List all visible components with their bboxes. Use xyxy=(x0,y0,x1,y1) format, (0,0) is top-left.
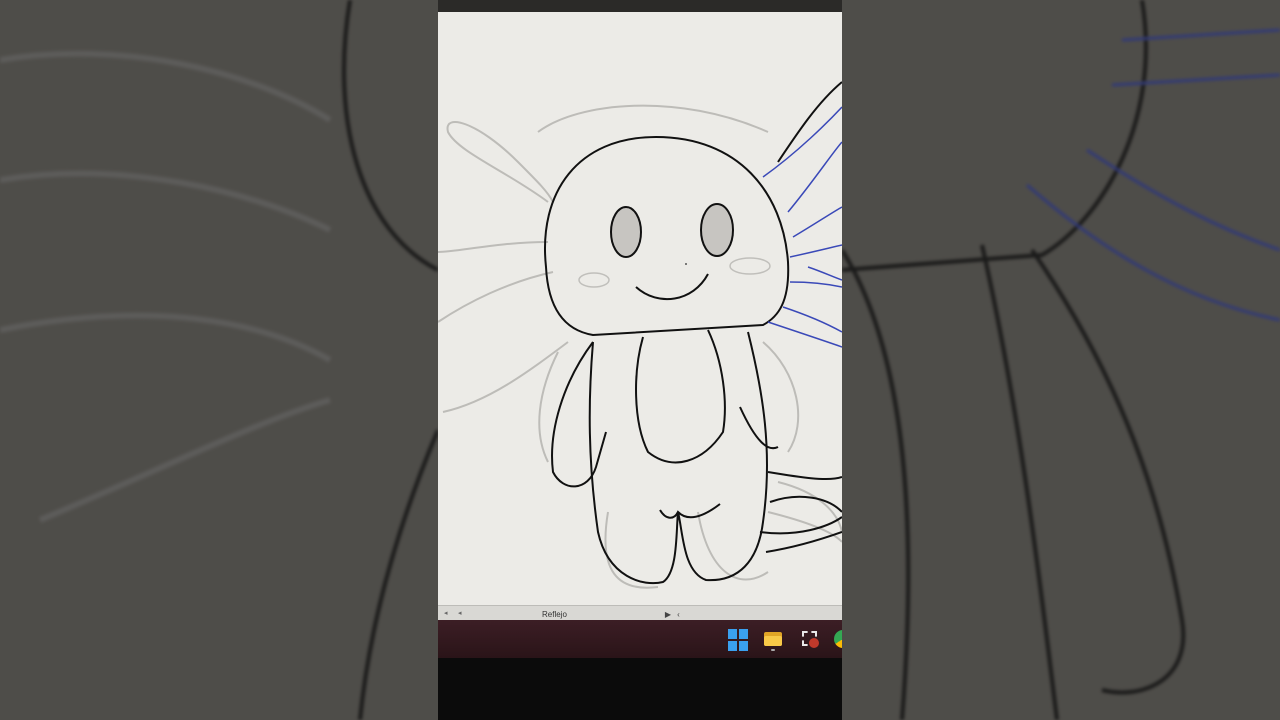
windows-taskbar xyxy=(438,620,842,658)
prev-icon[interactable]: ◂ xyxy=(444,610,452,618)
left-arm xyxy=(551,341,607,488)
drawing-canvas[interactable] xyxy=(438,12,842,608)
right-arm xyxy=(739,406,779,450)
background-blur-left xyxy=(0,0,438,720)
tool-label: Reflejo xyxy=(542,609,567,619)
chrome-icon[interactable] xyxy=(834,628,842,650)
chevron-left-icon[interactable]: ‹ xyxy=(677,610,680,619)
body-outline xyxy=(588,331,769,585)
belly xyxy=(635,329,726,464)
right-eye xyxy=(700,203,734,257)
file-explorer-icon[interactable] xyxy=(762,628,784,651)
windows-start-icon[interactable] xyxy=(727,628,751,652)
head-outline xyxy=(544,135,790,337)
background-blur-right xyxy=(842,0,1280,720)
left-eye xyxy=(610,206,642,258)
gills xyxy=(762,106,842,348)
mouth xyxy=(635,273,709,301)
photo-frame: ◂ ◂ Reflejo ▶ ‹ xyxy=(438,0,842,720)
play-icon[interactable]: ▶ xyxy=(665,610,671,619)
prev-page-icon[interactable]: ◂ xyxy=(458,610,466,618)
snipping-tool-icon[interactable] xyxy=(799,628,821,650)
tail xyxy=(767,471,842,481)
monitor-stand-area xyxy=(438,658,842,720)
